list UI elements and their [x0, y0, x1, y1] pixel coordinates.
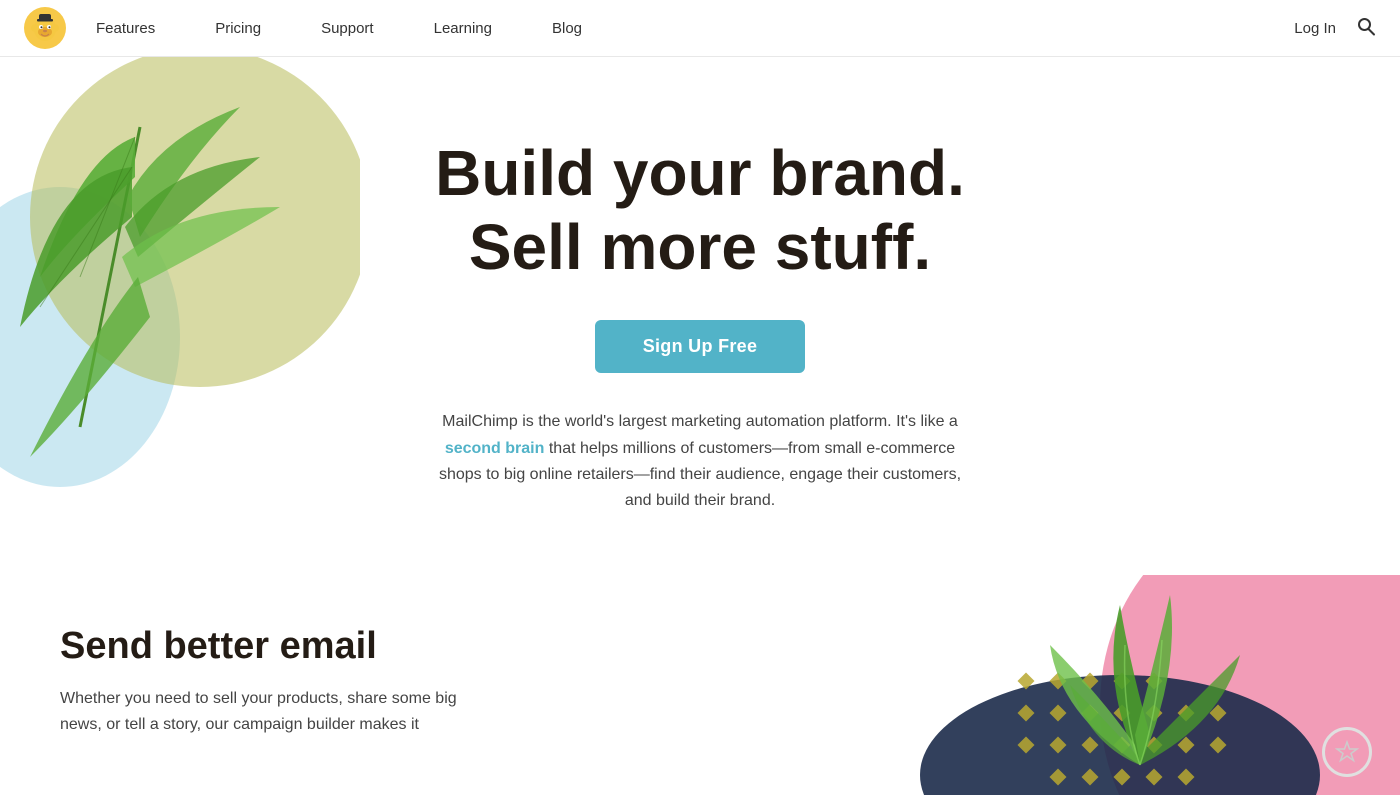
nav-learning[interactable]: Learning — [404, 0, 522, 57]
hero-section: Build your brand. Sell more stuff. Sign … — [0, 57, 1400, 575]
brand-logo[interactable] — [24, 7, 66, 49]
search-icon[interactable] — [1356, 16, 1376, 41]
signup-free-button[interactable]: Sign Up Free — [595, 320, 806, 373]
navbar-right: Log In — [1294, 16, 1376, 41]
hero-title: Build your brand. Sell more stuff. — [20, 137, 1380, 284]
nav-blog[interactable]: Blog — [522, 0, 612, 57]
decorative-bottom-right — [700, 575, 1400, 795]
login-link[interactable]: Log In — [1294, 20, 1336, 37]
hero-content: Build your brand. Sell more stuff. Sign … — [20, 137, 1380, 515]
second-brain-link[interactable]: second brain — [445, 440, 545, 457]
hero-description: MailChimp is the world's largest marketi… — [430, 409, 970, 515]
nav-links: Features Pricing Support Learning Blog — [66, 0, 1294, 57]
nav-features[interactable]: Features — [66, 0, 185, 57]
navbar: Features Pricing Support Learning Blog L… — [0, 0, 1400, 57]
bottom-text-block: Send better email Whether you need to se… — [60, 615, 480, 739]
nav-pricing[interactable]: Pricing — [185, 0, 291, 57]
bottom-section: Send better email Whether you need to se… — [0, 575, 1400, 795]
bottom-section-title: Send better email — [60, 625, 480, 668]
nav-support[interactable]: Support — [291, 0, 404, 57]
bottom-section-description: Whether you need to sell your products, … — [60, 686, 480, 739]
bottom-right-decorative-icon — [1322, 727, 1372, 777]
